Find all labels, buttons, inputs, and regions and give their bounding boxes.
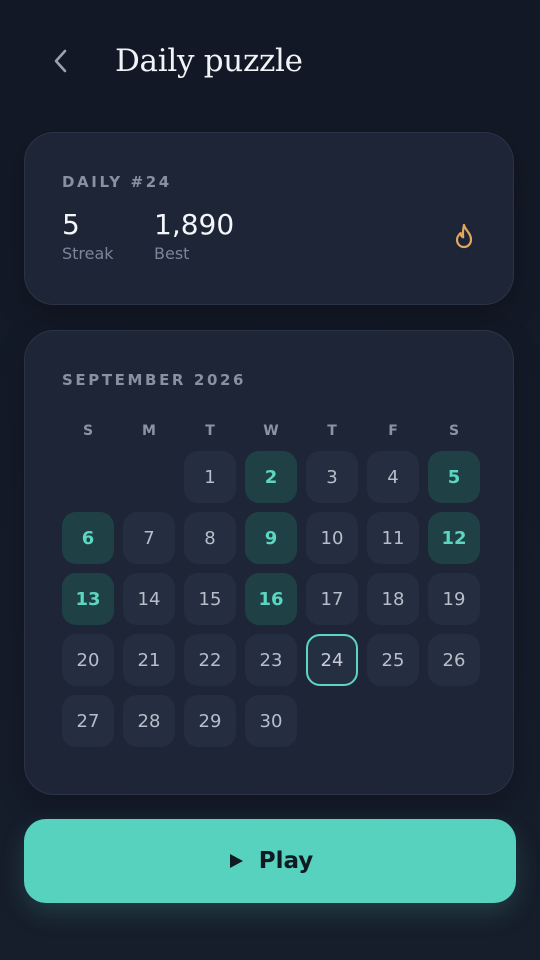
weekday-header: F bbox=[388, 423, 398, 439]
calendar-day[interactable]: 22 bbox=[184, 634, 236, 686]
calendar-day[interactable]: 15 bbox=[184, 573, 236, 625]
calendar-card: SEPTEMBER 2026 S M T W T F S 1 2 3 4 5 6 7 8 9 10 11 12 13 1… bbox=[24, 330, 514, 795]
calendar-day[interactable]: 21 bbox=[123, 634, 175, 686]
calendar-day[interactable]: 28 bbox=[123, 695, 175, 747]
weekday-header: T bbox=[205, 423, 215, 439]
daily-number-label: DAILY #24 bbox=[62, 173, 172, 191]
streak-stat: 5 Streak bbox=[62, 207, 114, 265]
calendar-day[interactable]: 3 bbox=[306, 451, 358, 503]
streak-label: Streak bbox=[62, 244, 114, 263]
calendar-day[interactable]: 1 bbox=[184, 451, 236, 503]
calendar-day[interactable]: 6 bbox=[62, 512, 114, 564]
calendar-day[interactable]: 13 bbox=[62, 573, 114, 625]
weekday-header: M bbox=[142, 423, 156, 439]
chevron-left-icon bbox=[54, 49, 67, 73]
best-stat: 1,890 Best bbox=[154, 207, 234, 265]
page-title: Daily puzzle bbox=[115, 43, 303, 79]
daily-puzzle-screen: Daily puzzle DAILY #24 5 Streak 1,890 Be… bbox=[0, 0, 540, 960]
weekday-header: S bbox=[448, 423, 460, 439]
calendar-day[interactable]: 12 bbox=[428, 512, 480, 564]
play-button[interactable]: Play bbox=[24, 819, 516, 903]
back-button[interactable] bbox=[36, 38, 84, 84]
calendar-day[interactable]: 4 bbox=[367, 451, 419, 503]
calendar-day[interactable]: 18 bbox=[367, 573, 419, 625]
header: Daily puzzle bbox=[0, 0, 540, 124]
calendar-day[interactable]: 19 bbox=[428, 573, 480, 625]
calendar-day[interactable]: 8 bbox=[184, 512, 236, 564]
month-label: SEPTEMBER 2026 bbox=[62, 371, 247, 389]
calendar-day[interactable]: 29 bbox=[184, 695, 236, 747]
calendar-day[interactable]: 23 bbox=[245, 634, 297, 686]
play-icon bbox=[229, 854, 243, 868]
calendar-day[interactable]: 30 bbox=[245, 695, 297, 747]
stats-card: DAILY #24 5 Streak 1,890 Best bbox=[24, 132, 514, 305]
calendar-day[interactable]: 25 bbox=[367, 634, 419, 686]
calendar-day[interactable]: 26 bbox=[428, 634, 480, 686]
calendar-day[interactable]: 20 bbox=[62, 634, 114, 686]
calendar-day[interactable]: 16 bbox=[245, 573, 297, 625]
streak-value: 5 bbox=[62, 208, 80, 241]
weekday-header: W bbox=[263, 423, 279, 439]
best-value: 1,890 bbox=[154, 208, 235, 241]
calendar-day[interactable]: 10 bbox=[306, 512, 358, 564]
calendar-day[interactable]: 7 bbox=[123, 512, 175, 564]
weekday-header: T bbox=[327, 423, 337, 439]
calendar-day[interactable]: 5 bbox=[428, 451, 480, 503]
calendar-day[interactable]: 11 bbox=[367, 512, 419, 564]
calendar-day[interactable]: 2 bbox=[245, 451, 297, 503]
calendar-day[interactable]: 9 bbox=[245, 512, 297, 564]
calendar-day[interactable]: 14 bbox=[123, 573, 175, 625]
play-label: Play bbox=[258, 848, 314, 874]
weekday-header: S bbox=[82, 423, 94, 439]
best-label: Best bbox=[154, 244, 190, 263]
calendar-day-today[interactable]: 24 bbox=[306, 634, 358, 686]
flame-icon bbox=[455, 223, 473, 249]
calendar-day[interactable]: 27 bbox=[62, 695, 114, 747]
calendar-day[interactable]: 17 bbox=[306, 573, 358, 625]
